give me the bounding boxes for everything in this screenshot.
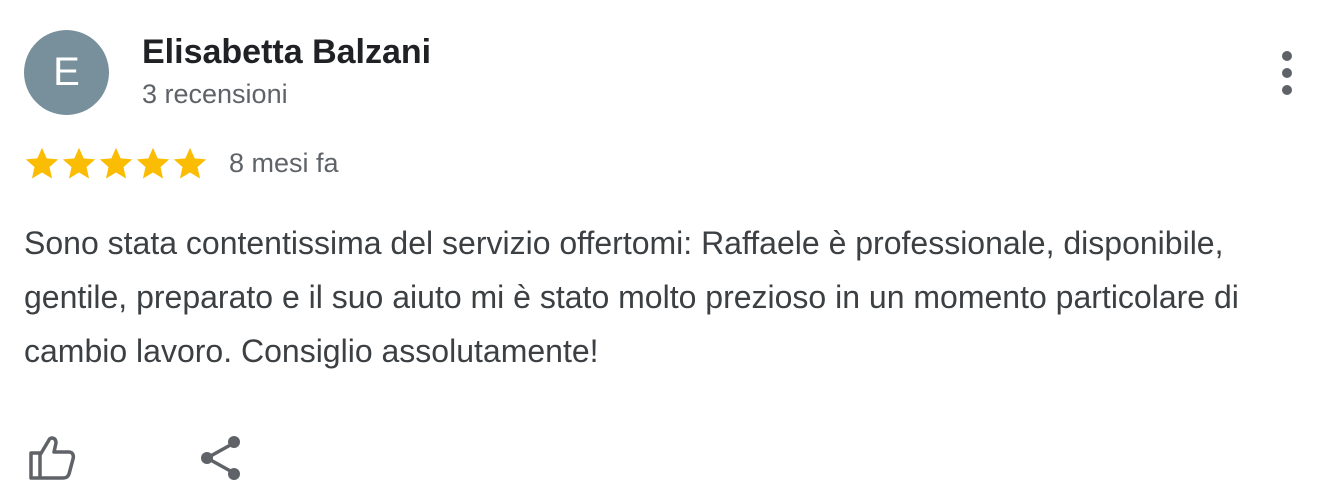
review-text: Sono stata contentissima del servizio of… [24,225,1239,369]
like-button[interactable] [24,430,80,484]
star-icon [62,147,96,179]
avatar[interactable]: E [24,30,109,115]
rating-row: 8 mesi fa [24,143,339,183]
star-icon [173,147,207,179]
star-icon [99,147,133,179]
share-icon [201,436,240,480]
star-icon [25,147,59,179]
share-button[interactable] [192,430,248,486]
reviewer-name[interactable]: Elisabetta Balzani [142,32,431,72]
more-vert-icon [1282,51,1292,61]
avatar-initial: E [53,50,80,94]
star-icon [136,147,170,179]
review-date: 8 mesi fa [229,148,339,178]
reviewer-review-count: 3 recensioni [142,79,288,109]
more-vert-icon-dot [1282,85,1292,95]
more-options-button[interactable] [1266,46,1308,100]
thumb-up-icon [29,436,76,480]
more-vert-icon-dot [1282,68,1292,78]
star-rating [24,145,209,181]
